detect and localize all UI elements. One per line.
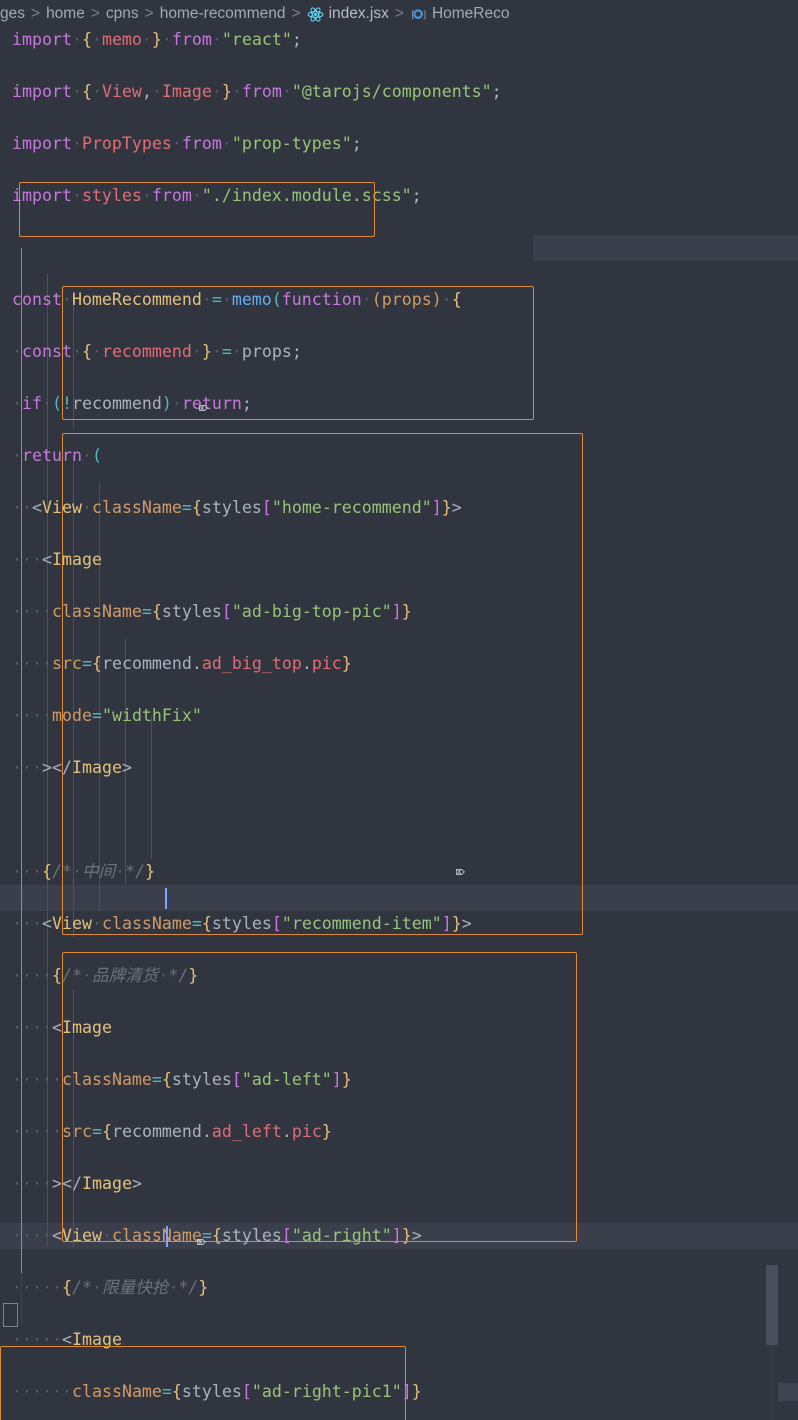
breadcrumb-separator-icon: > [31,4,41,22]
breadcrumb-segment-home-recommend[interactable]: home-recommend [160,5,286,23]
mouse-ibeam-pointer: ⌦ [199,399,209,417]
breadcrumb[interactable]: ges > home > cpns > home-recommend > ind… [0,0,798,27]
breadcrumb-segment-home[interactable]: home [46,5,85,23]
annotation-box-bottom-images [62,952,577,1242]
bracket-match-highlight [3,1303,18,1327]
code-editor-window: ges > home > cpns > home-recommend > ind… [0,0,798,1420]
scrollbar-overview-marker [778,1383,798,1401]
breadcrumb-segment-index-jsx[interactable]: index.jsx [329,5,389,23]
breadcrumb-separator-icon: > [394,4,404,22]
svg-text:]: ] [422,10,427,21]
editor-text-area[interactable]: import·{·memo·}·from·"react"; import·{·V… [0,27,798,1420]
breadcrumb-separator-icon: > [291,4,301,22]
breadcrumb-segment-cpns[interactable]: cpns [106,5,139,23]
symbol-variable-icon: [ ] [410,7,427,22]
mouse-ibeam-pointer: ⌦ [197,1233,207,1251]
breadcrumb-segment-home-recommend-symbol[interactable]: HomeReco [432,5,510,23]
breadcrumb-separator-icon: > [90,4,100,22]
current-line-highlight [0,885,798,911]
breadcrumb-separator-icon: > [144,4,154,22]
react-icon [307,6,324,23]
vertical-scrollbar-thumb[interactable] [766,1265,778,1345]
breadcrumb-segment-pages[interactable]: ges [0,5,25,23]
text-cursor [165,888,167,909]
text-cursor [166,1226,168,1247]
mouse-ibeam-pointer: ⌦ [456,863,466,881]
